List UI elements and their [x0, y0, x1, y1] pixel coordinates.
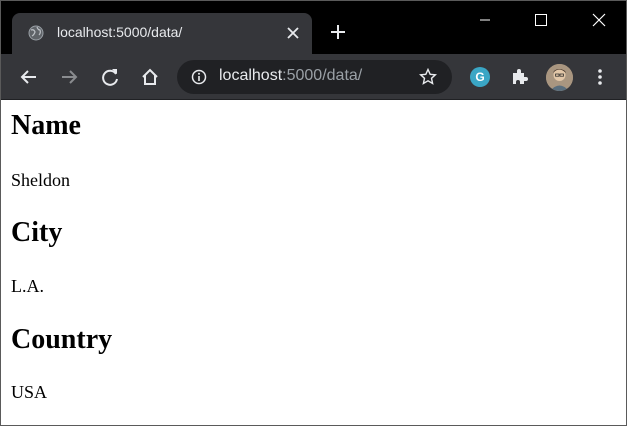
home-icon[interactable] [139, 66, 161, 88]
more-menu-icon[interactable] [590, 67, 610, 87]
browser-tab[interactable]: localhost:5000/data/ [12, 13, 312, 54]
browser-window: localhost:5000/data/ localhost:5000/data… [0, 0, 627, 426]
address-bar[interactable]: localhost:5000/data/ [177, 60, 452, 94]
browser-toolbar: localhost:5000/data/ G [1, 54, 626, 100]
heading-city: City [11, 217, 63, 248]
minimize-icon[interactable] [473, 9, 497, 31]
tab-strip: localhost:5000/data/ [1, 1, 626, 54]
url-text[interactable]: localhost:5000/data/ [219, 67, 362, 85]
value-name: Sheldon [11, 170, 71, 190]
forward-icon[interactable] [58, 66, 80, 88]
page-content: Name Sheldon City L.A. Country USA [1, 100, 626, 425]
heading-name: Name [11, 110, 81, 141]
url-path: :5000/data/ [282, 67, 363, 84]
profile-avatar[interactable] [546, 64, 573, 91]
grammarly-extension-icon[interactable]: G [470, 67, 490, 87]
close-window-icon[interactable] [587, 9, 611, 31]
maximize-icon[interactable] [529, 9, 553, 31]
info-icon[interactable] [191, 69, 207, 85]
bookmark-star-icon[interactable] [419, 68, 437, 86]
heading-country: Country [11, 324, 113, 355]
avatar-photo-icon [546, 64, 573, 91]
new-tab-icon[interactable] [329, 23, 347, 41]
url-host: localhost [219, 67, 283, 84]
close-tab-icon[interactable] [284, 24, 302, 42]
globe-icon [28, 25, 44, 41]
value-country: USA [11, 382, 48, 402]
tab-title: localhost:5000/data/ [57, 24, 183, 40]
back-icon[interactable] [18, 66, 40, 88]
extensions-puzzle-icon[interactable] [509, 67, 529, 87]
reload-icon[interactable] [99, 66, 121, 88]
value-city: L.A. [11, 276, 44, 296]
